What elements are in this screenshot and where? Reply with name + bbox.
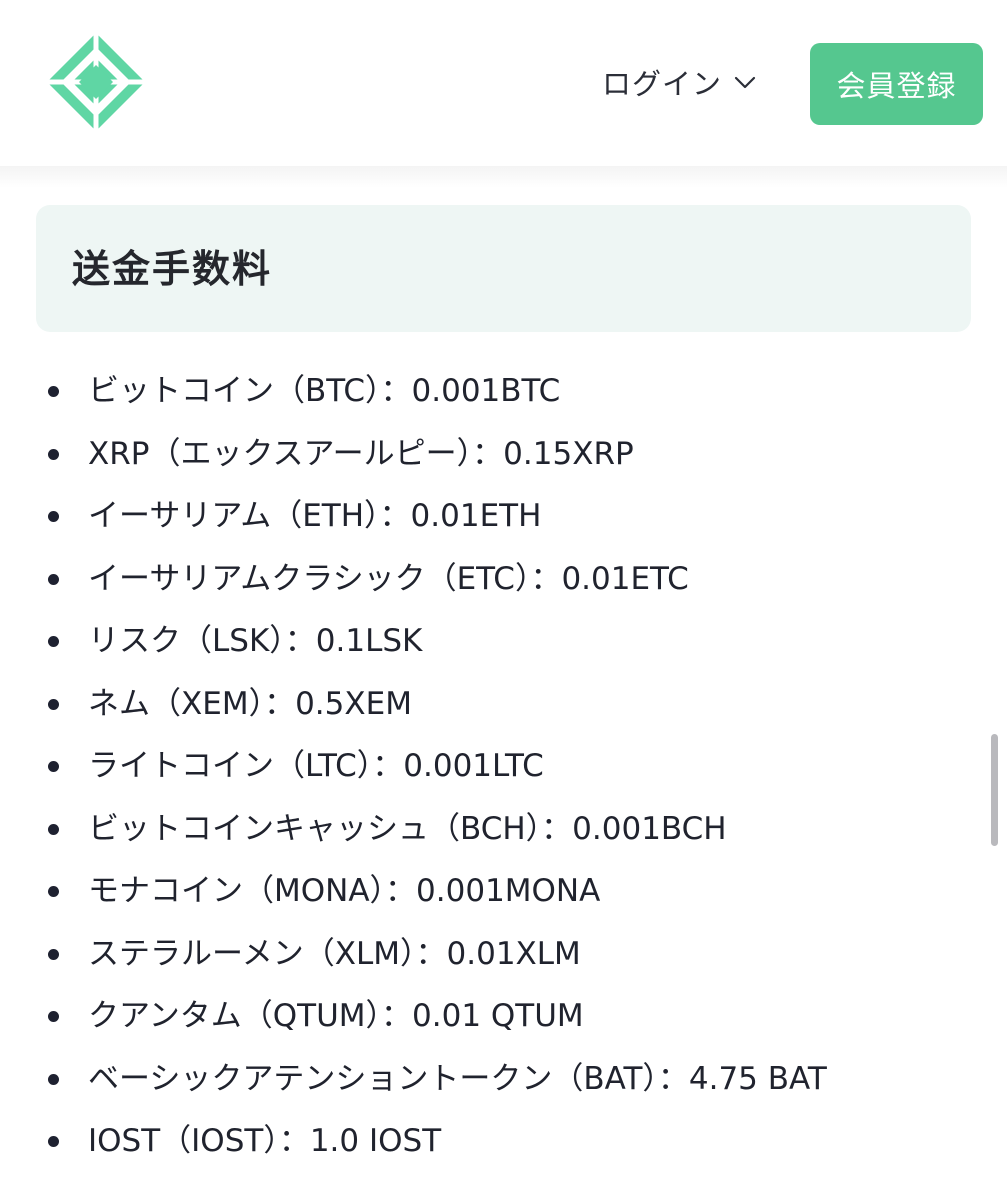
- bullet-icon: [48, 1073, 59, 1085]
- list-item: イーサリアムクラシック（ETC）：0.01ETC: [0, 548, 1007, 611]
- section-heading-box: 送金手数料: [36, 205, 971, 332]
- bullet-icon: [48, 823, 59, 835]
- list-item: ライトコイン（LTC）：0.001LTC: [0, 735, 1007, 798]
- fee-text: イーサリアム（ETH）：0.01ETH: [88, 498, 542, 534]
- fee-text: ビットコインキャッシュ（BCH）：0.001BCH: [88, 810, 727, 847]
- login-label: ログイン: [602, 67, 723, 101]
- fee-text: ステラルーメン（XLM）：0.01XLM: [88, 935, 581, 972]
- header-shadow: [0, 166, 1007, 188]
- list-item: クアンタム（QTUM）：0.01 QTUM: [0, 985, 1007, 1048]
- chevron-down-icon: [734, 75, 756, 89]
- list-item: イーサリアム（ETH）：0.01ETH: [0, 485, 1007, 548]
- bullet-icon: [48, 448, 59, 460]
- vertical-scrollbar[interactable]: [991, 734, 998, 846]
- fee-text: XRP（エックスアールピー）：0.15XRP: [88, 435, 634, 472]
- list-item: リスク（LSK）：0.1LSK: [0, 610, 1007, 673]
- bullet-icon: [48, 386, 59, 397]
- fee-list: ビットコイン（BTC）：0.001BTC XRP（エックスアールピー）：0.15…: [0, 360, 1007, 1173]
- fee-text: ライトコイン（LTC）：0.001LTC: [88, 748, 544, 784]
- list-item: ネム（XEM）：0.5XEM: [0, 673, 1007, 736]
- bullet-icon: [48, 636, 59, 647]
- signup-button[interactable]: 会員登録: [810, 43, 983, 125]
- list-item: XRP（エックスアールピー）：0.15XRP: [0, 423, 1007, 486]
- fee-text: ネム（XEM）：0.5XEM: [88, 685, 412, 722]
- diamond-logo-icon: [47, 33, 145, 131]
- bullet-icon: [48, 511, 59, 522]
- login-dropdown[interactable]: ログイン: [602, 60, 756, 104]
- fee-text: ベーシックアテンショントークン（BAT）：4.75 BAT: [88, 1060, 827, 1097]
- site-logo-icon[interactable]: [47, 33, 145, 131]
- bullet-icon: [48, 698, 59, 710]
- fee-text: ビットコイン（BTC）：0.001BTC: [88, 373, 561, 409]
- list-item: ビットコイン（BTC）：0.001BTC: [0, 360, 1007, 423]
- list-item: IOST（IOST）：1.0 IOST: [0, 1110, 1007, 1173]
- section-title: 送金手数料: [72, 247, 273, 291]
- fee-text: モナコイン（MONA）：0.001MONA: [88, 873, 601, 909]
- bullet-icon: [48, 761, 59, 772]
- fee-text: リスク（LSK）：0.1LSK: [88, 623, 423, 659]
- list-item: モナコイン（MONA）：0.001MONA: [0, 860, 1007, 923]
- bullet-icon: [48, 1011, 59, 1022]
- bullet-icon: [48, 573, 59, 585]
- fee-text: IOST（IOST）：1.0 IOST: [88, 1123, 442, 1159]
- list-item: ステラルーメン（XLM）：0.01XLM: [0, 923, 1007, 986]
- bullet-icon: [48, 886, 59, 897]
- site-header: ログイン 会員登録: [0, 0, 1007, 166]
- bullet-icon: [48, 1136, 59, 1147]
- list-item: ビットコインキャッシュ（BCH）：0.001BCH: [0, 798, 1007, 861]
- fee-text: イーサリアムクラシック（ETC）：0.01ETC: [88, 560, 689, 597]
- list-item: ベーシックアテンショントークン（BAT）：4.75 BAT: [0, 1048, 1007, 1111]
- fee-text: クアンタム（QTUM）：0.01 QTUM: [88, 998, 584, 1034]
- bullet-icon: [48, 948, 59, 960]
